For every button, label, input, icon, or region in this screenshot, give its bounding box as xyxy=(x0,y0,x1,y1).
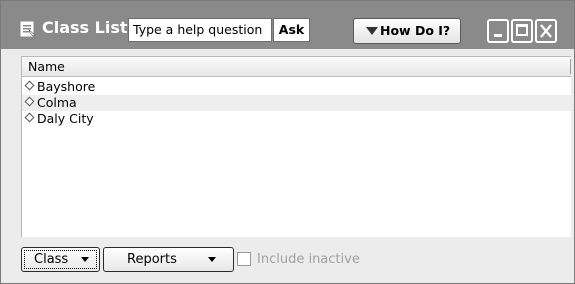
title-bar[interactable]: Class List Type a help question Ask How … xyxy=(1,1,574,49)
list-item-label: Daly City xyxy=(37,111,94,126)
list-item-label: Bayshore xyxy=(37,79,96,94)
list-window-icon xyxy=(20,21,36,37)
maximize-icon xyxy=(516,24,528,36)
how-do-i-label: How Do I? xyxy=(380,23,451,38)
include-inactive-checkbox[interactable] xyxy=(237,252,251,266)
name-column-label: Name xyxy=(28,59,65,74)
maximize-button[interactable] xyxy=(511,19,533,43)
diamond-bullet-icon xyxy=(24,112,35,123)
list-item[interactable]: Bayshore xyxy=(22,79,571,95)
column-divider[interactable] xyxy=(570,59,571,74)
minimize-button[interactable] xyxy=(487,19,509,43)
reports-menu-button[interactable]: Reports xyxy=(103,247,234,272)
reports-button-label: Reports xyxy=(127,252,177,267)
list-item[interactable]: Daly City xyxy=(22,111,571,127)
list-item[interactable]: Colma xyxy=(22,95,571,111)
ask-button[interactable]: Ask xyxy=(273,18,310,42)
close-button[interactable] xyxy=(535,19,557,43)
class-button-label: Class xyxy=(34,252,69,267)
class-list-window: Class List Type a help question Ask How … xyxy=(0,0,575,284)
include-inactive-label: Include inactive xyxy=(257,252,360,267)
window-title: Class List xyxy=(42,18,128,37)
chevron-down-icon xyxy=(81,257,89,262)
name-column-header[interactable]: Name xyxy=(22,57,571,77)
minimize-icon xyxy=(494,34,502,37)
close-icon xyxy=(540,24,552,38)
footer-toolbar: Class Reports Include inactive xyxy=(21,243,570,281)
list-item-label: Colma xyxy=(37,95,77,110)
diamond-bullet-icon xyxy=(24,96,35,107)
help-question-input[interactable]: Type a help question xyxy=(128,18,272,42)
class-menu-button[interactable]: Class xyxy=(21,247,100,272)
how-do-i-button[interactable]: How Do I? xyxy=(353,18,461,44)
diamond-bullet-icon xyxy=(24,80,35,91)
class-list[interactable]: Name Bayshore Colma Daly City xyxy=(21,56,571,237)
dropdown-arrow-icon xyxy=(366,27,378,35)
chevron-down-icon xyxy=(208,257,216,262)
